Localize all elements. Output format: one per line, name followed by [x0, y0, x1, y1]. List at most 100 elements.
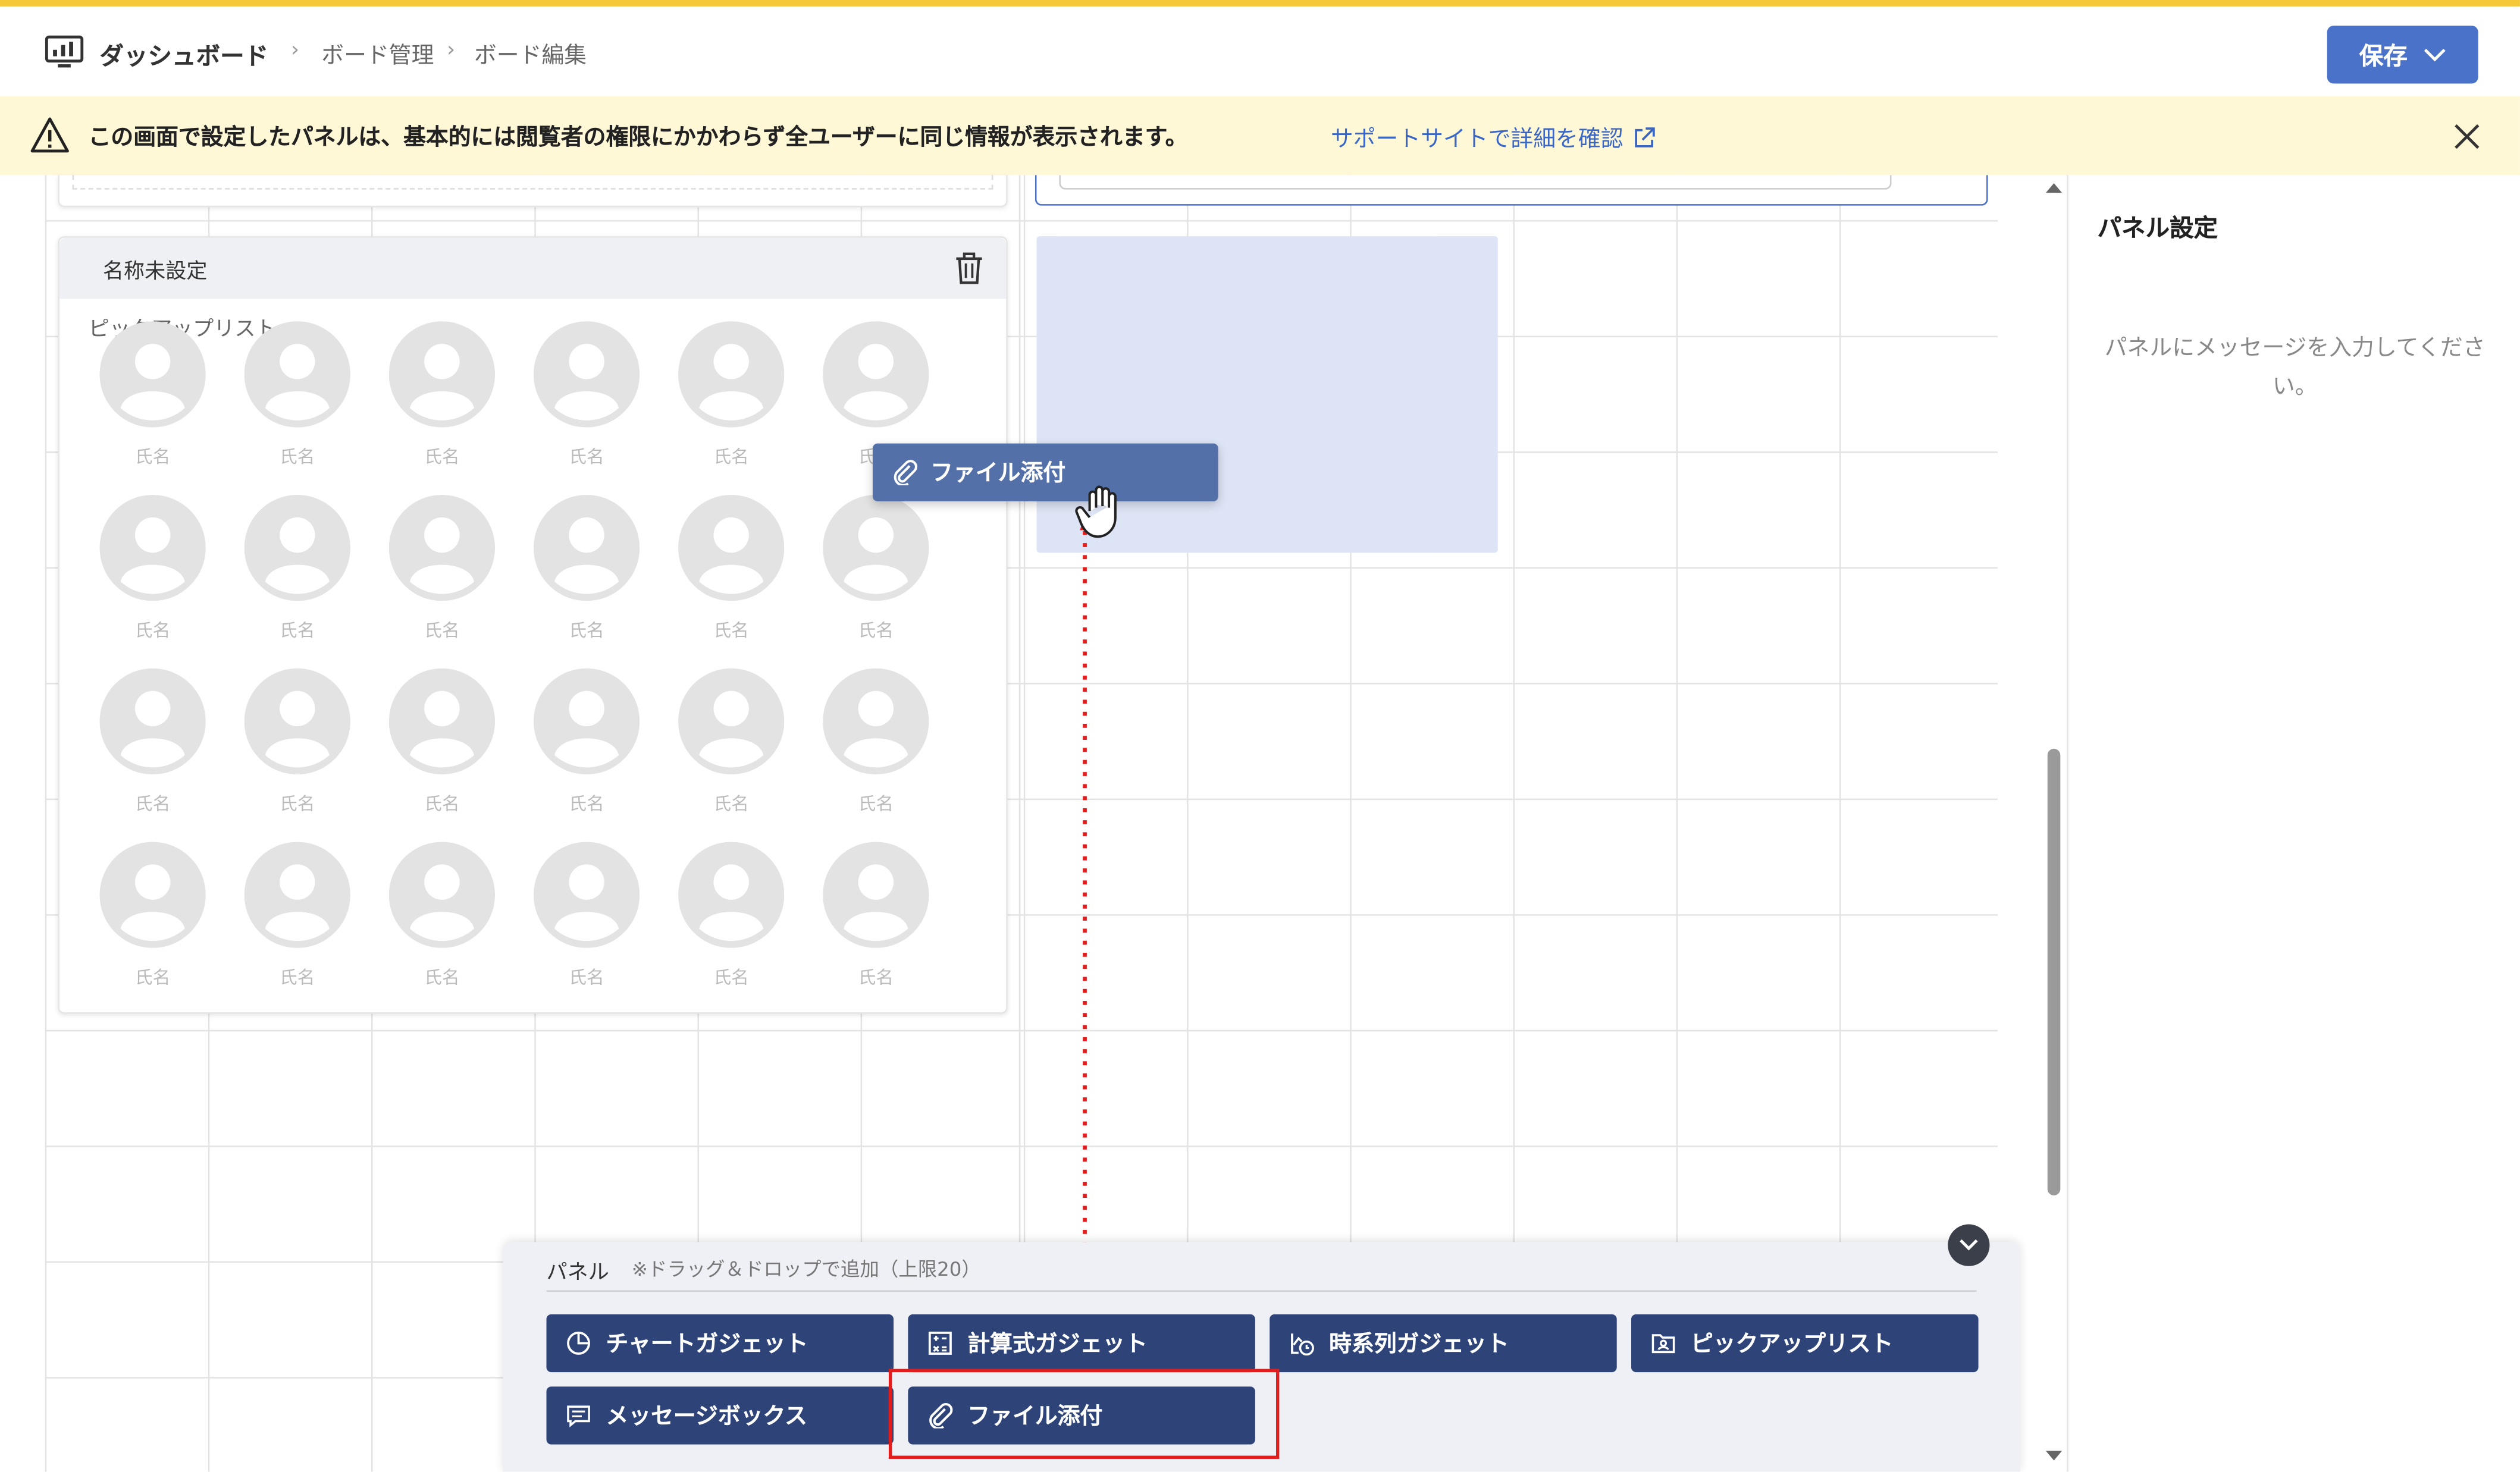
- person-item: 氏名: [385, 321, 498, 482]
- person-name: 氏名: [134, 447, 171, 468]
- chevron-right-icon: ›: [290, 38, 300, 63]
- tray-hint: ※ドラッグ＆ドロップで追加（上限20）: [631, 1258, 981, 1281]
- person-item: 氏名: [675, 668, 788, 829]
- person-name: 氏名: [713, 447, 749, 468]
- external-link-icon: [1635, 127, 1655, 147]
- breadcrumb-board-management[interactable]: ボード管理: [321, 39, 434, 71]
- person-name: 氏名: [424, 447, 460, 468]
- calculator-icon: [928, 1332, 952, 1355]
- person-name: 氏名: [858, 967, 894, 988]
- avatar-icon: [823, 321, 929, 428]
- person-name: 氏名: [424, 967, 460, 988]
- chevron-right-icon: ›: [447, 38, 456, 63]
- breadcrumb-board-edit: ボード編集: [474, 43, 587, 70]
- chart-icon: [567, 1332, 590, 1355]
- person-name: 氏名: [280, 447, 315, 468]
- panel-card-partial[interactable]: [58, 175, 1008, 208]
- avatar-icon: [533, 495, 640, 601]
- person-item: 氏名: [96, 321, 209, 482]
- paperclip-icon: [894, 460, 917, 485]
- panel-title: 名称未設定: [102, 260, 208, 285]
- highlight-box: [888, 1369, 1280, 1459]
- timeseries-icon: [1291, 1333, 1314, 1356]
- person-item: 氏名: [820, 668, 932, 829]
- person-name: 氏名: [280, 967, 315, 988]
- close-icon[interactable]: [2449, 119, 2484, 154]
- gadget-message-box[interactable]: メッセージボックス: [546, 1386, 894, 1445]
- avatar-icon: [244, 321, 350, 428]
- person-item: 氏名: [96, 842, 209, 1003]
- person-item: 氏名: [675, 321, 788, 482]
- person-name: 氏名: [134, 967, 171, 988]
- gadget-calculation-label: 計算式ガジェット: [967, 1332, 1148, 1358]
- panel-input-partial: [1059, 175, 1892, 190]
- person-name: 氏名: [280, 620, 315, 641]
- avatar-icon: [678, 495, 785, 601]
- person-name: 氏名: [713, 620, 749, 641]
- save-button[interactable]: 保存: [2327, 26, 2478, 84]
- person-item: 氏名: [96, 668, 209, 829]
- person-item: 氏名: [820, 495, 932, 655]
- avatar-icon: [678, 668, 785, 775]
- person-name: 氏名: [424, 793, 460, 815]
- avatar-icon: [388, 495, 496, 601]
- support-link[interactable]: サポートサイトで詳細を確認: [1331, 122, 1656, 154]
- person-name: 氏名: [569, 967, 604, 988]
- avatar-icon: [244, 495, 350, 601]
- person-item: 氏名: [675, 842, 788, 1003]
- person-name: 氏名: [134, 793, 171, 815]
- gadget-timeseries[interactable]: 時系列ガジェット: [1270, 1314, 1617, 1373]
- breadcrumb-dashboard[interactable]: ダッシュボード: [99, 39, 268, 73]
- gadget-timeseries-label: 時系列ガジェット: [1329, 1332, 1509, 1358]
- scroll-up-arrow-icon[interactable]: [2044, 181, 2063, 194]
- pickup-icon: [1651, 1334, 1675, 1354]
- avatar-icon: [533, 842, 640, 948]
- panel-card-selected-partial[interactable]: [1035, 175, 1988, 206]
- gadget-calculation[interactable]: 計算式ガジェット: [908, 1314, 1255, 1373]
- avatar-icon: [678, 321, 785, 428]
- dragging-gadget[interactable]: ファイル添付: [872, 443, 1218, 501]
- scroll-down-arrow-icon[interactable]: [2044, 1449, 2063, 1462]
- person-name: 氏名: [713, 967, 749, 988]
- pickup-list-panel[interactable]: 名称未設定 ピックアップリスト 氏名 氏名 氏名 氏名 氏名 氏名 氏名 氏名 氏名 氏名 氏名 氏名…: [58, 236, 1008, 1014]
- person-item: 氏名: [385, 495, 498, 655]
- avatar-icon: [388, 842, 496, 948]
- person-item: 氏名: [241, 321, 353, 482]
- avatar-icon: [533, 668, 640, 775]
- tray-divider: [546, 1290, 1977, 1292]
- person-item: 氏名: [675, 495, 788, 655]
- person-name: 氏名: [569, 620, 604, 641]
- person-item: 氏名: [530, 495, 642, 655]
- gadget-pickup-list-label: ピックアップリスト: [1690, 1332, 1894, 1358]
- avatar-icon: [388, 321, 496, 428]
- person-name: 氏名: [134, 620, 171, 641]
- sidebar-message: パネルにメッセージを入力してください。: [2104, 335, 2485, 400]
- person-name: 氏名: [858, 793, 894, 815]
- person-item: 氏名: [820, 842, 932, 1003]
- person-item: 氏名: [241, 668, 353, 829]
- person-name: 氏名: [569, 793, 604, 815]
- scroll-thumb[interactable]: [2047, 748, 2061, 1195]
- chevron-down-icon: [1960, 1239, 1978, 1251]
- person-item: 氏名: [530, 842, 642, 1003]
- save-button-label: 保存: [2359, 40, 2408, 70]
- tray-collapse-button[interactable]: [1948, 1224, 1990, 1266]
- dragging-gadget-label: ファイル添付: [930, 461, 1066, 487]
- gadget-pickup-list[interactable]: ピックアップリスト: [1631, 1314, 1979, 1373]
- gadget-chart[interactable]: チャートガジェット: [546, 1314, 894, 1373]
- panel-card-partial-inner: [72, 175, 993, 190]
- person-name: 氏名: [569, 447, 604, 468]
- support-link-label: サポートサイトで詳細を確認: [1330, 127, 1623, 153]
- person-item: 氏名: [530, 321, 642, 482]
- person-item: 氏名: [241, 495, 353, 655]
- trash-icon[interactable]: [953, 250, 985, 285]
- dashboard-icon: [45, 35, 84, 68]
- sidebar-title: パネル設定: [2097, 214, 2218, 243]
- person-item: 氏名: [530, 668, 642, 829]
- avatar-icon: [823, 668, 929, 775]
- avatar-icon: [99, 321, 206, 428]
- notice-banner: この画面で設定したパネルは、基本的には閲覧者の権限にかかわらず全ユーザーに同じ情…: [0, 96, 2520, 175]
- notice-text: この画面で設定したパネルは、基本的には閲覧者の権限にかかわらず全ユーザーに同じ情…: [88, 125, 1188, 151]
- person-name: 氏名: [280, 793, 315, 815]
- avatar-icon: [388, 668, 496, 775]
